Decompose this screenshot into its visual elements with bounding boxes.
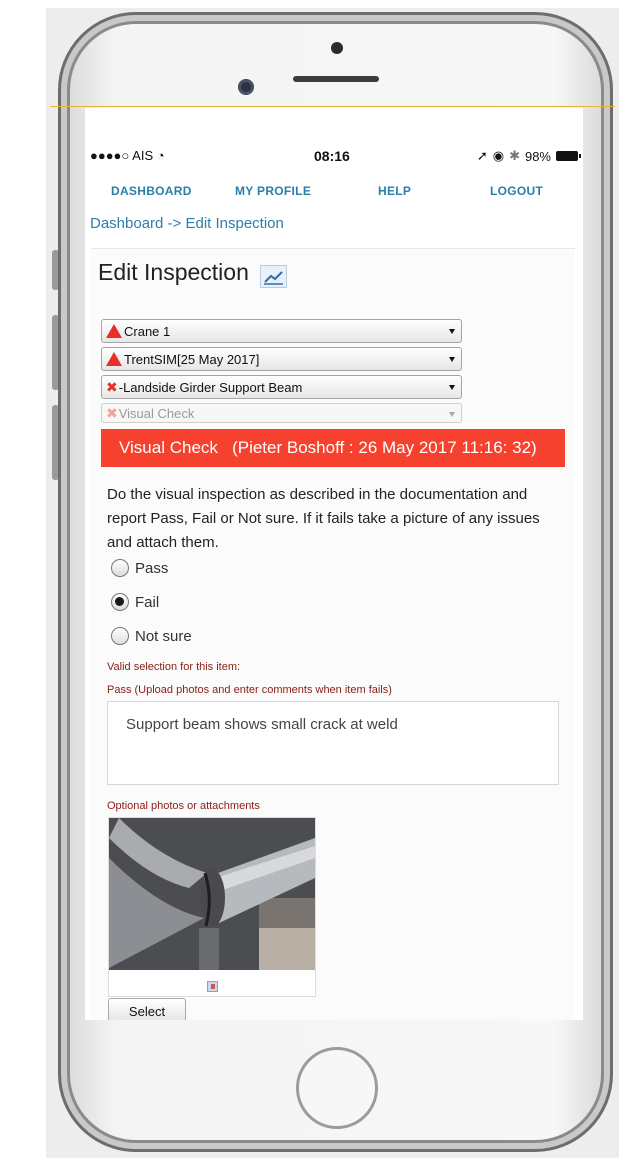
nav-my-profile-link[interactable]: MY PROFILE [235, 184, 311, 198]
warning-icon [106, 324, 122, 338]
chevron-down-icon [449, 357, 455, 362]
wifi-icon: ◔ [156, 148, 165, 163]
inspection-select-value: TrentSIM[25 May 2017] [124, 351, 260, 367]
image-icon [207, 981, 218, 992]
nav-dashboard-link[interactable]: DASHBOARD [111, 184, 192, 198]
clock: 08:16 [314, 148, 350, 164]
x-icon: ✖ [106, 378, 118, 395]
component-select[interactable]: ✖ -Landside Girder Support Beam [101, 375, 462, 399]
radio-pass-button[interactable] [111, 559, 129, 577]
earpiece-speaker [293, 76, 379, 82]
radio-not-sure-button[interactable] [111, 627, 129, 645]
chevron-down-icon [449, 329, 455, 334]
front-camera-icon [238, 79, 254, 95]
valid-selection-label: Valid selection for this item: [107, 661, 241, 673]
attached-photo[interactable] [108, 817, 316, 997]
home-button [296, 1047, 378, 1129]
check-header-banner: Visual Check (Pieter Boshoff : 26 May 20… [101, 429, 565, 467]
component-select-value: -Landside Girder Support Beam [118, 379, 303, 395]
nav-logout-link[interactable]: LOGOUT [490, 184, 543, 198]
screen-edge [50, 106, 615, 107]
radio-not-sure-label: Not sure [135, 627, 192, 645]
warning-icon [106, 352, 122, 366]
proximity-sensor [331, 42, 343, 54]
edit-inspection-panel: Edit Inspection Crane 1 TrentSIM[25 May … [91, 248, 575, 1020]
comment-field[interactable]: Support beam shows small crack at weld [107, 701, 559, 785]
radio-pass[interactable]: Pass [111, 559, 168, 577]
inspection-select[interactable]: TrentSIM[25 May 2017] [101, 347, 462, 371]
page-title: Edit Inspection [98, 259, 249, 285]
x-icon: ✖ [106, 404, 118, 421]
check-select-value: Visual Check [118, 405, 195, 421]
check-instructions: Do the visual inspection as described in… [107, 486, 540, 551]
radio-fail[interactable]: Fail [111, 593, 159, 611]
carrier-label: ●●●●○ AIS [90, 148, 154, 163]
breadcrumb[interactable]: Dashboard -> Edit Inspection [90, 215, 284, 232]
check-select[interactable]: ✖ Visual Check [101, 403, 462, 423]
chart-icon[interactable] [260, 265, 287, 288]
select-file-button[interactable]: Select [108, 998, 186, 1020]
nav-help-link[interactable]: HELP [378, 184, 411, 198]
alarm-icon: ◉ [492, 148, 505, 163]
valid-selection-value: Pass (Upload photos and enter comments w… [107, 684, 392, 696]
battery-percent: 98% [524, 148, 551, 164]
radio-pass-label: Pass [135, 559, 169, 577]
phone-screen: ●●●●○ AIS ◔ 08:16 ➚ ◉ ✱ 98% DASHBOARD MY… [85, 108, 583, 1020]
attachments-label: Optional photos or attachments [107, 800, 260, 812]
battery-icon [556, 151, 581, 161]
radio-fail-button[interactable] [111, 593, 129, 611]
location-arrow-icon: ➚ [476, 148, 488, 163]
radio-fail-label: Fail [135, 593, 160, 611]
chevron-down-icon [449, 385, 455, 390]
bluetooth-icon: ✱ [509, 148, 520, 163]
crane-select-value: Crane 1 [124, 323, 171, 339]
radio-not-sure[interactable]: Not sure [111, 627, 192, 645]
status-bar: ●●●●○ AIS ◔ 08:16 ➚ ◉ ✱ 98% [90, 148, 581, 168]
photo-image [109, 818, 315, 970]
crane-select[interactable]: Crane 1 [101, 319, 462, 343]
chevron-down-icon [449, 412, 455, 417]
top-nav: DASHBOARD MY PROFILE HELP LOGOUT [85, 184, 583, 204]
